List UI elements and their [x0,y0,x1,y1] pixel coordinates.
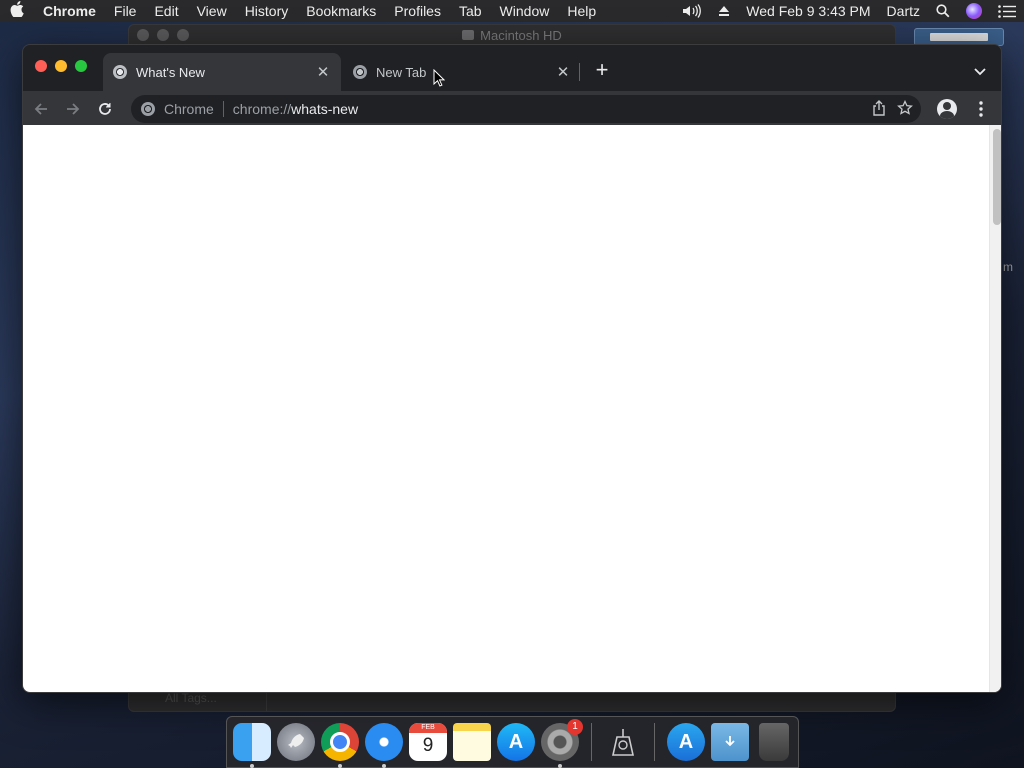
profile-avatar-icon[interactable] [933,95,961,123]
new-tab-button[interactable]: + [591,59,613,82]
menu-view[interactable]: View [188,3,236,19]
window-maximize-button[interactable] [75,60,87,72]
browser-toolbar: Chrome chrome://whats-new [23,91,1001,127]
menu-history[interactable]: History [236,3,298,19]
dock-trash-icon[interactable] [759,723,789,761]
inactive-zoom-button[interactable] [177,29,189,41]
chrome-site-icon[interactable] [141,102,155,116]
dock-app-store-icon[interactable]: A [497,723,535,761]
tab-close-icon[interactable]: ✕ [555,64,571,81]
menu-bookmarks[interactable]: Bookmarks [297,3,385,19]
calendar-month: FEB [409,723,447,733]
bookmark-star-icon[interactable] [897,99,913,119]
reload-icon[interactable] [91,95,119,123]
dock-chrome-icon[interactable] [321,723,359,768]
tab-new-tab[interactable]: New Tab ✕ [343,53,581,91]
tab-label: New Tab [376,64,427,80]
calendar-day: 9 [422,735,434,756]
background-window-controls [137,29,189,41]
chrome-favicon-icon [113,65,127,79]
background-window-title: Macintosh HD [480,27,562,43]
dock-safari-icon[interactable] [365,723,403,768]
dock-calendar-icon[interactable]: FEB 9 [409,723,447,761]
dock-finder-icon[interactable] [233,723,271,768]
dock-launchpad-icon[interactable] [277,723,315,761]
eject-icon[interactable] [710,5,738,17]
window-close-button[interactable] [35,60,47,72]
window-minimize-button[interactable] [55,60,67,72]
tab-separator [579,63,580,81]
tab-strip: What's New ✕ New Tab ✕ + [23,45,1001,91]
spotlight-search-icon[interactable] [928,4,958,18]
vertical-scrollbar[interactable] [989,125,1001,692]
menu-clock[interactable]: Wed Feb 9 3:43 PM [738,3,878,19]
background-window-footer: All Tags... [129,691,895,711]
dock-system-preferences-icon[interactable]: 1 [541,719,583,768]
menu-tab[interactable]: Tab [450,3,491,19]
window-controls [35,60,87,72]
hard-drive-icon [462,30,475,40]
back-arrow-icon[interactable] [27,95,55,123]
background-window-titlebar[interactable]: Macintosh HD [129,25,895,45]
scrollbar-thumb[interactable] [993,129,1001,225]
inactive-minimize-button[interactable] [157,29,169,41]
volume-icon[interactable] [674,4,710,18]
apple-menu-icon[interactable] [0,1,34,21]
mouse-cursor-icon [433,68,446,92]
desktop-item-label: m [1003,260,1013,274]
dock-separator [591,723,592,761]
chrome-favicon-icon [353,65,367,79]
tab-close-icon[interactable]: ✕ [315,64,331,81]
address-bar-url[interactable]: chrome://whats-new [233,101,358,117]
menu-app-name[interactable]: Chrome [34,3,105,19]
dock-notes-icon[interactable] [453,723,491,761]
tab-search-chevron-icon[interactable] [969,60,991,82]
dock-separator [654,723,655,761]
menu-user[interactable]: Dartz [879,3,928,19]
address-bar[interactable]: Chrome chrome://whats-new [131,95,921,123]
tab-label: What's New [136,64,205,80]
siri-icon[interactable] [958,3,990,19]
menu-bar: Chrome File Edit View History Bookmarks … [0,0,1024,22]
address-bar-chip: Chrome [164,101,224,117]
menu-file[interactable]: File [105,3,146,19]
toolbar-right-actions [933,95,995,123]
chrome-window: What's New ✕ New Tab ✕ + Chrome chrome:/… [22,44,1002,693]
notification-badge: 1 [567,719,583,735]
tab-whats-new[interactable]: What's New ✕ [103,53,341,91]
dock-screenshot-icon[interactable] [604,723,642,761]
menu-window[interactable]: Window [491,3,559,19]
url-scheme: chrome:// [232,101,292,117]
sidebar-all-tags[interactable]: All Tags... [129,691,267,711]
menu-edit[interactable]: Edit [145,3,187,19]
menu-help[interactable]: Help [558,3,605,19]
page-content[interactable] [23,125,1001,692]
dock: FEB 9 A 1 A [226,716,799,768]
inactive-close-button[interactable] [137,29,149,41]
dock-applications-folder-icon[interactable]: A [667,723,705,761]
notification-center-icon[interactable] [990,4,1024,18]
url-path: whats-new [291,101,359,117]
menu-profiles[interactable]: Profiles [385,3,450,19]
share-icon[interactable] [871,99,887,119]
forward-arrow-icon[interactable] [59,95,87,123]
kebab-menu-icon[interactable] [967,95,995,123]
dock-downloads-folder-icon[interactable] [711,723,749,761]
